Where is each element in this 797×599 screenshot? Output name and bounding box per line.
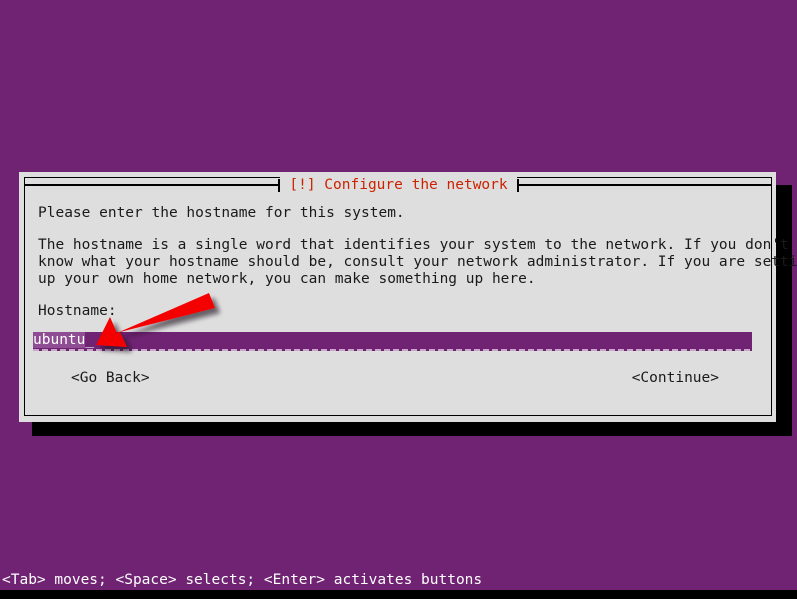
- installer-screen: [!] Configure the network Please enter t…: [0, 0, 797, 599]
- body-line-3: up your own home network, you can make s…: [38, 271, 536, 287]
- hostname-input-text[interactable]: ubuntu_: [33, 332, 752, 349]
- dialog-buttons: <Go Back> <Continue>: [38, 368, 748, 388]
- hostname-input-value: ubuntu: [33, 332, 86, 348]
- hostname-input-field[interactable]: ubuntu_: [33, 332, 752, 353]
- hostname-field-label: Hostname:: [38, 303, 117, 319]
- hostname-input-underline: [33, 349, 752, 351]
- text-cursor: _: [85, 332, 95, 348]
- help-bar-text: <Tab> moves; <Space> selects; <Enter> ac…: [2, 572, 483, 588]
- intro-text: Please enter the hostname for this syste…: [38, 205, 405, 221]
- go-back-button[interactable]: <Go Back>: [71, 368, 150, 388]
- help-bar-rule: [0, 590, 797, 599]
- continue-button[interactable]: <Continue>: [632, 368, 719, 388]
- body-line-2: know what your hostname should be, consu…: [38, 254, 797, 270]
- help-bar: <Tab> moves; <Space> selects; <Enter> ac…: [0, 570, 797, 599]
- dialog-content: Please enter the hostname for this syste…: [38, 205, 797, 330]
- body-line-1: The hostname is a single word that ident…: [38, 237, 789, 253]
